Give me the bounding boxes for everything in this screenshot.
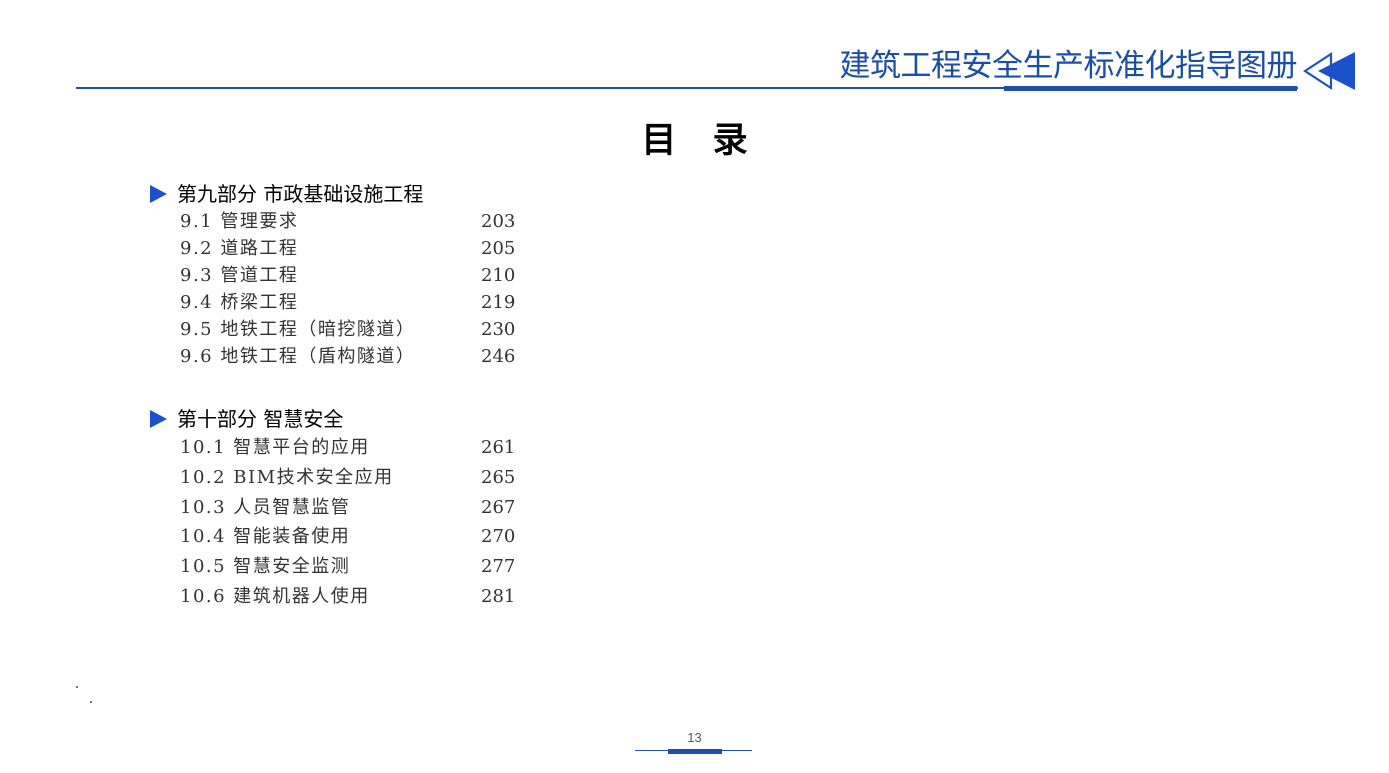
stray-dot (76, 686, 78, 688)
triangle-marker-icon (150, 184, 167, 203)
toc-item-label: 9.6 地铁工程（盾构隧道） (180, 346, 416, 367)
toc-item[interactable]: 9.5 地铁工程（暗挖隧道） 230 (150, 316, 515, 343)
toc-item[interactable]: 9.2 道路工程 205 (150, 235, 515, 262)
toc-item-label: 9.1 管理要求 (180, 211, 299, 232)
toc-item-label: 9.4 桥梁工程 (180, 292, 299, 313)
section-heading-text: 第九部分 市政基础设施工程 (177, 182, 424, 206)
toc-section: 第十部分 智慧安全 10.1 智慧平台的应用 261 10.2 BIM技术安全应用… (150, 405, 515, 612)
toc-item[interactable]: 10.1 智慧平台的应用 261 (150, 433, 515, 463)
toc-item[interactable]: 10.2 BIM技术安全应用 265 (150, 463, 515, 493)
toc-item-label: 10.5 智慧安全监测 (180, 556, 351, 578)
toc-item-page: 265 (481, 466, 516, 488)
toc-item-page: 203 (481, 211, 516, 232)
document-title: 建筑工程安全生产标准化指导图册 (839, 48, 1298, 84)
toc-item-page: 267 (481, 496, 516, 518)
double-left-arrow-icon (1303, 51, 1355, 91)
toc-item-page: 230 (481, 319, 516, 340)
toc-item-page: 246 (481, 346, 516, 367)
toc-item-page: 281 (481, 585, 516, 607)
stray-dot (90, 701, 92, 703)
toc-item-label: 10.4 智能装备使用 (180, 526, 351, 548)
toc-item-page: 277 (481, 556, 516, 578)
footer-rule-accent (668, 749, 722, 754)
toc-item-page: 205 (481, 238, 516, 259)
toc-item[interactable]: 9.6 地铁工程（盾构隧道） 246 (150, 343, 515, 370)
toc-item[interactable]: 9.4 桥梁工程 219 (150, 289, 515, 316)
toc-item-page: 219 (481, 292, 516, 313)
toc-list: 10.1 智慧平台的应用 261 10.2 BIM技术安全应用 265 10.3 人… (150, 433, 515, 612)
toc-item[interactable]: 10.3 人员智慧监管 267 (150, 493, 515, 523)
toc-item[interactable]: 9.1 管理要求 203 (150, 208, 515, 235)
triangle-marker-icon (150, 409, 167, 428)
toc-item-label: 10.6 建筑机器人使用 (180, 585, 370, 607)
toc-item-page: 270 (481, 526, 516, 548)
toc-item-page: 261 (481, 437, 516, 458)
page-number: 13 (687, 730, 702, 745)
toc-item-page: 210 (481, 265, 516, 286)
section-heading-text: 第十部分 智慧安全 (177, 407, 344, 431)
header-rule-accent (1004, 86, 1297, 91)
toc-item[interactable]: 10.5 智慧安全监测 277 (150, 552, 515, 582)
toc-item[interactable]: 10.6 建筑机器人使用 281 (150, 582, 515, 612)
toc-item-label: 10.3 人员智慧监管 (180, 496, 351, 518)
toc-list: 9.1 管理要求 203 9.2 道路工程 205 9.3 管道工程 210 9.4 … (150, 208, 515, 370)
page-title: 目 录 (641, 121, 760, 161)
toc-item-label: 9.5 地铁工程（暗挖隧道） (180, 319, 416, 340)
toc-item-label: 9.2 道路工程 (180, 238, 299, 259)
toc-item-label: 10.2 BIM技术安全应用 (180, 466, 394, 488)
section-heading: 第九部分 市政基础设施工程 (150, 180, 423, 208)
toc-item[interactable]: 10.4 智能装备使用 270 (150, 522, 515, 552)
toc-item-label: 9.3 管道工程 (180, 265, 299, 286)
toc-section: 第九部分 市政基础设施工程 9.1 管理要求 203 9.2 道路工程 205 9.… (150, 180, 515, 370)
toc-item[interactable]: 9.3 管道工程 210 (150, 262, 515, 289)
toc-item-label: 10.1 智慧平台的应用 (180, 437, 370, 458)
section-heading: 第十部分 智慧安全 (150, 405, 343, 433)
